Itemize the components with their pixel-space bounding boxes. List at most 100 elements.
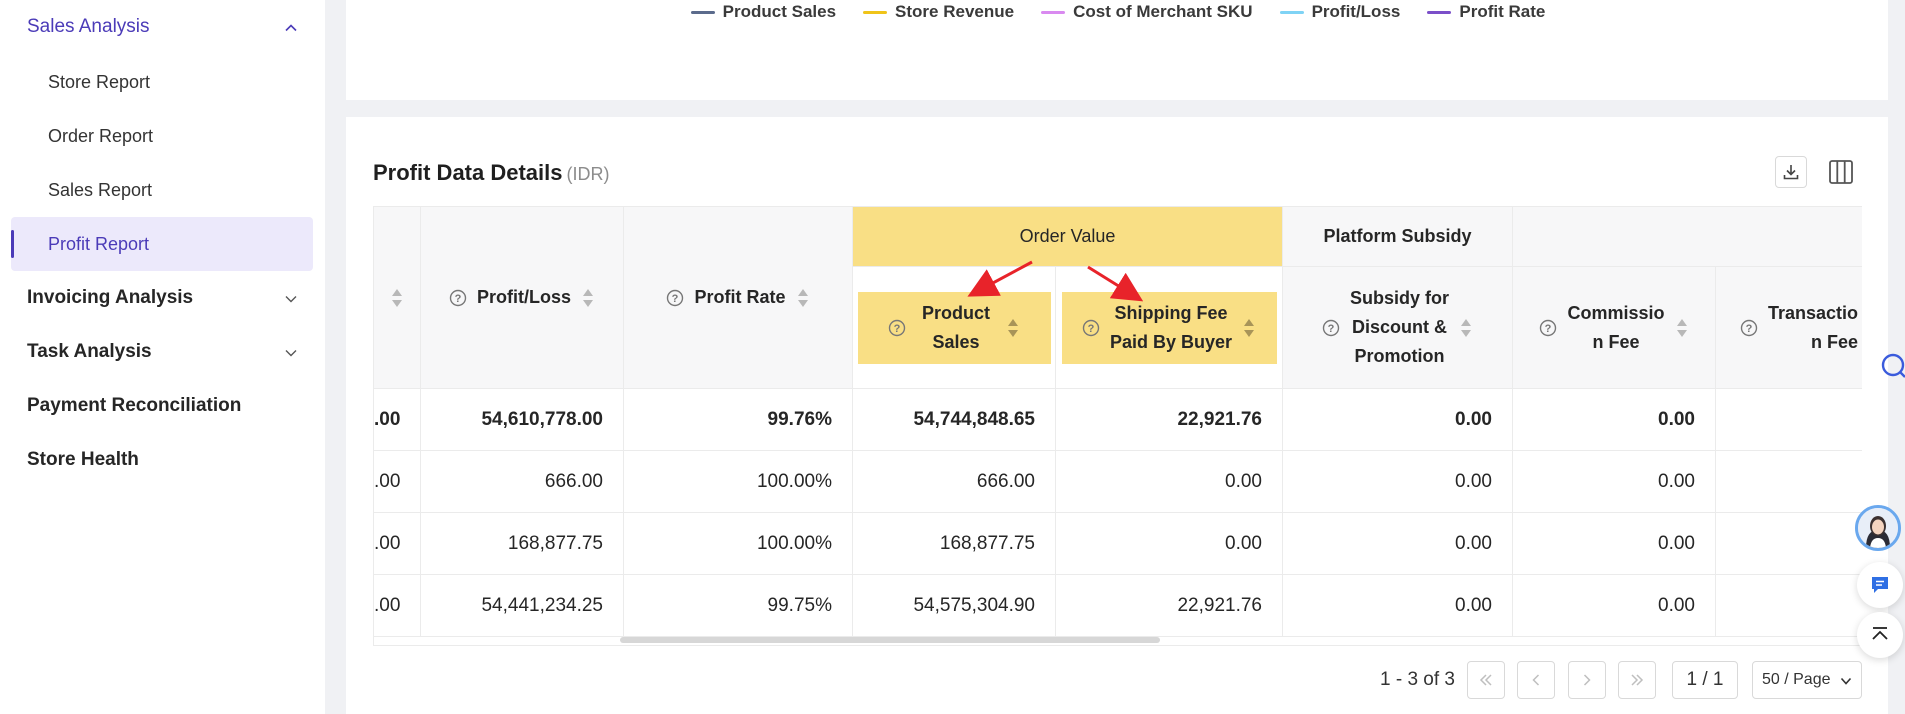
sort-icon[interactable]	[1006, 316, 1020, 340]
sort-icon[interactable]	[1459, 316, 1473, 340]
legend-item-cost-of-merchant-sku[interactable]: Cost of Merchant SKU	[1041, 0, 1253, 24]
table-cell-profit-rate: 99.76%	[624, 389, 853, 451]
legend-label: Product Sales	[722, 2, 837, 21]
column-header-product-sales[interactable]: ? Product Sales	[857, 291, 1051, 364]
page-number-input[interactable]: 1 / 1	[1672, 661, 1738, 699]
page-size-select[interactable]: 50 / Page	[1752, 661, 1862, 699]
column-label-line: Discount &	[1351, 317, 1447, 337]
message-button[interactable]	[1857, 562, 1903, 608]
table-cell-product-sales: 54,575,304.90	[853, 575, 1056, 637]
download-button[interactable]	[1775, 156, 1807, 188]
page-size-value: 50 / Page	[1762, 671, 1831, 688]
column-settings-button[interactable]	[1825, 156, 1857, 188]
table-cell-profit-loss: 54,441,234.25	[421, 575, 624, 637]
nav-store-report[interactable]: Store Report	[11, 55, 313, 109]
table-cell-transaction	[1716, 389, 1862, 451]
column-label-line: Subsidy for	[1349, 288, 1449, 308]
support-avatar[interactable]	[1855, 505, 1901, 551]
sort-icon[interactable]	[390, 286, 404, 310]
column-header-commission-fee[interactable]: ? Commissio n Fee	[1513, 267, 1716, 389]
column-label: Product Sales	[916, 299, 996, 357]
table-cell-subsidy: 0.00	[1283, 575, 1513, 637]
last-page-button[interactable]	[1618, 661, 1656, 699]
legend-swatch	[690, 10, 715, 14]
help-icon[interactable]: ?	[449, 289, 467, 307]
nav-task-analysis-label: Task Analysis	[27, 341, 152, 362]
column-label-line: Product	[921, 302, 990, 323]
column-label-line: Transactio	[1768, 302, 1859, 323]
table-cell-transaction	[1716, 575, 1862, 637]
nav-payment-reconciliation[interactable]: Payment Reconciliation	[0, 380, 325, 432]
details-title: Profit Data Details (IDR)	[373, 160, 610, 186]
next-page-button[interactable]	[1568, 661, 1606, 699]
svg-text:?: ?	[455, 293, 462, 305]
columns-icon	[1829, 160, 1853, 184]
column-label: Commissio n Fee	[1567, 299, 1664, 357]
sort-icon[interactable]	[581, 286, 595, 310]
column-header-transaction-fee[interactable]: ? Transactio n Fee	[1716, 267, 1862, 389]
avatar-icon	[1858, 508, 1898, 548]
help-icon[interactable]: ?	[1322, 319, 1340, 337]
group-label: Order Value	[1019, 226, 1116, 246]
nav-sales-analysis-label: Sales Analysis	[27, 16, 150, 37]
column-label-line: n Fee	[1592, 331, 1640, 352]
sort-icon[interactable]	[1242, 316, 1256, 340]
table-cell-first: .00	[374, 389, 421, 451]
sidebar: Sales Analysis Store Report Order Report…	[0, 0, 325, 714]
nav-store-report-label: Store Report	[48, 71, 151, 92]
column-header-subsidy[interactable]: ? Subsidy for Discount & Promotion	[1283, 267, 1513, 389]
double-chevron-left-icon	[1479, 674, 1492, 686]
nav-profit-report[interactable]: Profit Report	[11, 217, 313, 271]
nav-invoicing-analysis[interactable]: Invoicing Analysis	[0, 272, 325, 324]
group-label: Platform Subsidy	[1323, 226, 1472, 246]
sort-icon[interactable]	[1675, 316, 1689, 340]
column-label: Transactio n Fee	[1768, 299, 1858, 357]
legend-label: Profit/Loss	[1311, 2, 1401, 21]
table-cell-transaction	[1716, 513, 1862, 575]
table-cell-subsidy: 0.00	[1283, 513, 1513, 575]
help-icon[interactable]: ?	[1082, 319, 1100, 337]
help-icon[interactable]: ?	[666, 289, 684, 307]
horizontal-scrollbar[interactable]	[620, 637, 1160, 643]
svg-text:?: ?	[894, 323, 901, 335]
table-cell-commission: 0.00	[1513, 451, 1716, 513]
chevron-up-icon	[283, 20, 297, 32]
help-icon[interactable]: ?	[1539, 319, 1557, 337]
prev-page-button[interactable]	[1517, 661, 1555, 699]
first-page-button[interactable]	[1467, 661, 1505, 699]
table-cell-profit-loss: 54,610,778.00	[421, 389, 624, 451]
column-header-profit-rate[interactable]: ? Profit Rate	[624, 207, 853, 389]
message-icon	[1872, 577, 1888, 593]
table-cell-transaction	[1716, 451, 1862, 513]
table-cell-profit-rate: 100.00%	[624, 451, 853, 513]
legend-label: Store Revenue	[895, 2, 1015, 21]
table-cell-subsidy: 0.00	[1283, 451, 1513, 513]
column-header-shipping-fee[interactable]: ? Shipping Fee Paid By Buyer	[1061, 291, 1277, 364]
help-icon[interactable]: ?	[888, 319, 906, 337]
chevron-down-icon	[283, 291, 297, 303]
table-cell-profit-loss: 666.00	[421, 451, 624, 513]
legend-item-profit-loss[interactable]: Profit/Loss	[1279, 0, 1401, 24]
nav-store-health-label: Store Health	[27, 449, 139, 470]
column-header-truncated[interactable]	[374, 207, 421, 389]
legend-item-product-sales[interactable]: Product Sales	[690, 0, 837, 24]
table-cell-product-sales: 666.00	[853, 451, 1056, 513]
nav-payment-reconciliation-label: Payment Reconciliation	[27, 395, 242, 416]
nav-order-report[interactable]: Order Report	[11, 109, 313, 163]
legend-item-profit-rate[interactable]: Profit Rate	[1427, 0, 1545, 24]
nav-sales-analysis[interactable]: Sales Analysis	[0, 1, 325, 53]
nav-store-health[interactable]: Store Health	[0, 434, 325, 486]
sort-icon[interactable]	[796, 286, 810, 310]
chart-legend: Product Sales Store Revenue Cost of Merc…	[347, 0, 1889, 24]
legend-swatch	[863, 10, 888, 14]
nav-profit-report-label: Profit Report	[48, 233, 150, 254]
chevron-down-icon	[283, 345, 297, 357]
back-to-top-button[interactable]	[1857, 612, 1903, 658]
column-header-profit-loss[interactable]: ? Profit/Loss	[421, 207, 624, 389]
table-cell-commission: 0.00	[1513, 513, 1716, 575]
legend-item-store-revenue[interactable]: Store Revenue	[863, 0, 1014, 24]
nav-sales-report[interactable]: Sales Report	[11, 163, 313, 217]
search-icon[interactable]	[1880, 352, 1905, 387]
nav-task-analysis[interactable]: Task Analysis	[0, 326, 325, 378]
help-icon[interactable]: ?	[1740, 319, 1758, 337]
